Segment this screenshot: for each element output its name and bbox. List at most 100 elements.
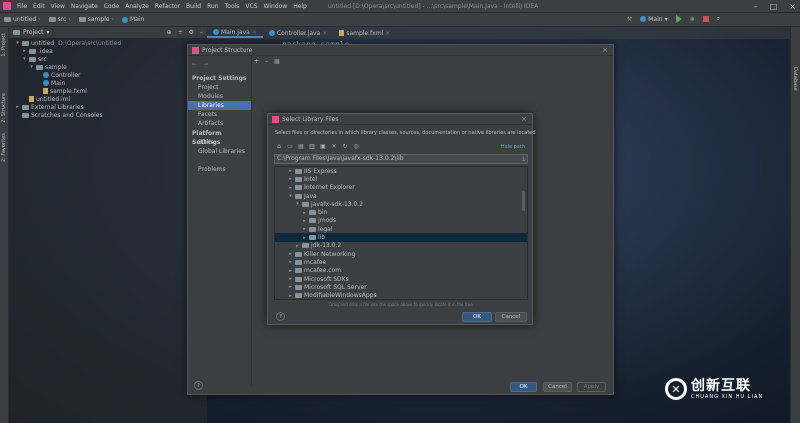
file-tree-item[interactable]: ▸ Microsoft SQL Server bbox=[275, 283, 527, 291]
close-icon[interactable]: × bbox=[789, 2, 796, 11]
run-config-select[interactable]: Main ▾ bbox=[640, 16, 668, 23]
new-folder-icon[interactable]: ▣ bbox=[319, 143, 327, 151]
gear-icon[interactable]: ⚙ bbox=[189, 29, 194, 36]
hide-icon[interactable]: – bbox=[200, 29, 203, 36]
help-icon[interactable]: ? bbox=[276, 312, 285, 321]
chevron-down-icon[interactable]: ▾ bbox=[29, 64, 34, 70]
project-tree-item[interactable]: ▸ External Libraries bbox=[9, 103, 207, 111]
maximize-icon[interactable]: □ bbox=[770, 2, 778, 11]
ps-item-project[interactable]: Project bbox=[188, 83, 251, 92]
hammer-icon[interactable]: ⚒ bbox=[627, 16, 632, 23]
chevron-right-icon[interactable]: ▸ bbox=[288, 276, 293, 282]
close-icon[interactable]: × bbox=[521, 115, 527, 123]
module-folder-icon[interactable]: ▥ bbox=[308, 143, 316, 151]
menu-view[interactable]: View bbox=[48, 3, 68, 10]
download-icon[interactable]: ⤓ bbox=[522, 155, 525, 163]
project-tree-item[interactable]: untitled.iml bbox=[9, 95, 207, 103]
close-tab-icon[interactable]: × bbox=[252, 29, 257, 36]
chevron-right-icon[interactable]: ▸ bbox=[15, 104, 20, 110]
chevron-down-icon[interactable]: ▾ bbox=[288, 193, 293, 199]
run-icon[interactable] bbox=[675, 15, 682, 23]
close-icon[interactable]: × bbox=[602, 46, 608, 54]
project-tree-item[interactable]: Controller bbox=[9, 71, 207, 79]
project-folder-icon[interactable]: ▤ bbox=[297, 143, 305, 151]
search-icon[interactable]: ⌕ bbox=[717, 15, 720, 23]
file-tree-item[interactable]: ▸ mcafee.com bbox=[275, 267, 527, 275]
tool-tab-structure[interactable]: 2: Structure bbox=[1, 93, 7, 123]
chevron-right-icon[interactable]: ▸ bbox=[22, 48, 27, 54]
back-arrow-icon[interactable]: ← bbox=[192, 61, 197, 69]
sf-cancel-button[interactable]: Cancel bbox=[495, 312, 527, 322]
file-tree-item[interactable]: ▸ jdk-13.0.2 bbox=[275, 242, 527, 250]
chevron-right-icon[interactable]: ▸ bbox=[302, 235, 307, 241]
file-tree-item[interactable]: ▸ mcafee bbox=[275, 258, 527, 266]
forward-arrow-icon[interactable]: → bbox=[203, 61, 208, 69]
ps-apply-button[interactable]: Apply bbox=[577, 382, 606, 392]
ps-ok-button[interactable]: OK bbox=[510, 382, 537, 392]
close-tab-icon[interactable]: × bbox=[385, 30, 390, 37]
file-tree-item[interactable]: ▾ Java bbox=[275, 192, 527, 200]
chevron-right-icon[interactable]: ▸ bbox=[302, 218, 307, 224]
collapse-icon[interactable]: ÷ bbox=[178, 29, 183, 36]
chevron-right-icon[interactable]: ▸ bbox=[288, 284, 293, 290]
refresh-icon[interactable]: ↻ bbox=[341, 143, 349, 151]
minimize-icon[interactable]: – bbox=[754, 2, 758, 11]
tool-tab-database[interactable]: Database bbox=[792, 67, 798, 91]
chevron-right-icon[interactable]: ▸ bbox=[288, 293, 293, 299]
file-tree-item[interactable]: ▸ bin bbox=[275, 208, 527, 216]
menu-window[interactable]: Window bbox=[261, 3, 291, 10]
chevron-right-icon[interactable]: ▸ bbox=[288, 259, 293, 265]
ps-item-artifacts[interactable]: Artifacts bbox=[188, 119, 251, 128]
project-tree-item[interactable]: Main bbox=[9, 79, 207, 87]
chevron-right-icon[interactable]: ▸ bbox=[302, 210, 307, 216]
debug-icon[interactable]: ✱ bbox=[690, 16, 695, 23]
menu-file[interactable]: File bbox=[14, 3, 30, 10]
breadcrumb-item[interactable]: Main bbox=[118, 16, 148, 23]
breadcrumb-item[interactable]: src › bbox=[45, 16, 75, 23]
ps-cancel-button[interactable]: Cancel bbox=[543, 382, 572, 392]
scrollbar[interactable] bbox=[522, 191, 525, 211]
menu-build[interactable]: Build bbox=[183, 3, 204, 10]
menu-analyze[interactable]: Analyze bbox=[122, 3, 152, 10]
tool-tab-project[interactable]: 1: Project bbox=[1, 33, 7, 57]
file-tree-item[interactable]: ▸ Internet Explorer bbox=[275, 184, 527, 192]
tool-tab-favorites[interactable]: 2: Favorites bbox=[1, 133, 7, 162]
chevron-right-icon[interactable]: ▸ bbox=[288, 268, 293, 274]
chevron-right-icon[interactable]: ▸ bbox=[288, 251, 293, 257]
editor-tab[interactable]: Main.java × bbox=[207, 29, 263, 38]
show-hidden-icon[interactable]: ◎ bbox=[352, 143, 360, 151]
ps-item-problems[interactable]: Problems bbox=[188, 165, 251, 174]
menu-code[interactable]: Code bbox=[101, 3, 122, 10]
project-tree-item[interactable]: Scratches and Consoles bbox=[9, 111, 207, 119]
chevron-right-icon[interactable]: ▸ bbox=[288, 185, 293, 191]
chevron-right-icon[interactable]: ▸ bbox=[302, 226, 307, 232]
project-tree-item[interactable]: ▾ untitled D:\Opera\src\untitled bbox=[9, 39, 207, 47]
help-icon[interactable]: ? bbox=[194, 381, 203, 390]
file-tree-item[interactable]: ▸ Intel bbox=[275, 175, 527, 183]
desktop-icon[interactable]: ▭ bbox=[286, 143, 294, 151]
editor-tab[interactable]: Controller.java × bbox=[263, 30, 333, 37]
sf-ok-button[interactable]: OK bbox=[462, 312, 492, 322]
chevron-right-icon[interactable]: ▸ bbox=[288, 176, 293, 182]
delete-icon[interactable]: ✕ bbox=[330, 143, 338, 151]
ps-item-facets[interactable]: Facets bbox=[188, 110, 251, 119]
breadcrumb-item[interactable]: untitled › bbox=[0, 16, 45, 23]
hide-path-link[interactable]: Hide path bbox=[501, 144, 525, 150]
menu-edit[interactable]: Edit bbox=[30, 3, 48, 10]
project-tree-item[interactable]: ▸ .idea bbox=[9, 47, 207, 55]
project-view-select[interactable]: Project bbox=[23, 29, 44, 36]
copy-icon[interactable]: ▦ bbox=[274, 58, 280, 65]
ps-item-modules[interactable]: Modules bbox=[188, 92, 251, 101]
remove-icon[interactable]: – bbox=[265, 58, 268, 65]
breadcrumb-item[interactable]: sample › bbox=[75, 16, 118, 23]
stop-icon[interactable] bbox=[702, 16, 709, 22]
add-icon[interactable]: + bbox=[254, 58, 259, 65]
chevron-right-icon[interactable]: ▸ bbox=[288, 168, 293, 174]
file-tree-item[interactable]: ▸ lib bbox=[275, 233, 527, 242]
menu-help[interactable]: Help bbox=[290, 3, 310, 10]
ps-item-global-libraries[interactable]: Global Libraries bbox=[188, 147, 251, 156]
project-tree-item[interactable]: ▾ src bbox=[9, 55, 207, 63]
menu-run[interactable]: Run bbox=[204, 3, 222, 10]
home-icon[interactable]: ⌂ bbox=[275, 143, 283, 151]
editor-tab[interactable]: sample.fxml × bbox=[333, 30, 396, 37]
